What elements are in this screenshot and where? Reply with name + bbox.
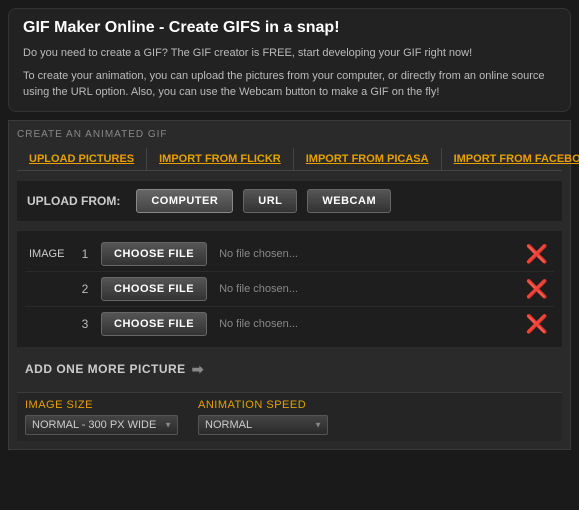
image-number-1: 1 <box>77 247 93 261</box>
webcam-button[interactable]: WEBCAM <box>307 189 391 213</box>
main-panel: CREATE AN ANIMATED GIF UPLOAD PICTURES I… <box>8 120 571 450</box>
choose-file-button-1[interactable]: CHOOSE FILE <box>101 242 207 266</box>
tab-import-facebook[interactable]: IMPORT FROM FACEBOOK <box>442 148 579 170</box>
file-name-1: No file chosen... <box>215 248 516 260</box>
section-label: CREATE AN ANIMATED GIF <box>17 129 562 140</box>
image-number-2: 2 <box>77 282 93 296</box>
add-more-row: ADD ONE MORE PICTURE ➡ <box>17 355 562 384</box>
file-name-3: No file chosen... <box>215 318 516 330</box>
animation-speed-accent: SPEED <box>266 399 306 411</box>
animation-speed-title: ANIMATION SPEED <box>198 399 328 411</box>
animation-speed-title-text: ANIMATION <box>198 399 263 411</box>
image-number-3: 3 <box>77 317 93 331</box>
arrow-icon: ➡ <box>192 361 204 378</box>
header-panel: GIF Maker Online - Create GIFS in a snap… <box>8 8 571 112</box>
upload-from-row: UPLOAD FROM: COMPUTER URL WEBCAM <box>17 181 562 221</box>
tab-import-picasa[interactable]: IMPORT FROM PICASA <box>294 148 442 170</box>
remove-image-3[interactable]: ❌ <box>524 315 550 333</box>
images-section: IMAGE 1 CHOOSE FILE No file chosen... ❌ … <box>17 231 562 347</box>
remove-image-2[interactable]: ❌ <box>524 280 550 298</box>
animation-speed-group: ANIMATION SPEED NORMAL FAST SLOW <box>198 399 328 435</box>
upload-from-label: UPLOAD FROM: <box>27 194 120 208</box>
animation-speed-select-wrapper: NORMAL FAST SLOW <box>198 415 328 435</box>
image-size-accent: SIZE <box>67 399 93 411</box>
image-size-group: IMAGE SIZE NORMAL - 300 PX WIDE SMALL - … <box>25 399 178 435</box>
image-row-2: 2 CHOOSE FILE No file chosen... ❌ <box>25 272 554 307</box>
computer-button[interactable]: COMPUTER <box>136 189 233 213</box>
tabs-row: UPLOAD PICTURES IMPORT FROM FLICKR IMPOR… <box>17 148 562 171</box>
tab-import-flickr[interactable]: IMPORT FROM FLICKR <box>147 148 294 170</box>
remove-image-1[interactable]: ❌ <box>524 245 550 263</box>
bottom-options: IMAGE SIZE NORMAL - 300 PX WIDE SMALL - … <box>17 392 562 441</box>
header-desc2: To create your animation, you can upload… <box>23 68 556 101</box>
file-name-2: No file chosen... <box>215 283 516 295</box>
page-title: GIF Maker Online - Create GIFS in a snap… <box>23 19 556 37</box>
animation-speed-select[interactable]: NORMAL FAST SLOW <box>198 415 328 435</box>
image-size-title-text: IMAGE <box>25 399 63 411</box>
header-desc1: Do you need to create a GIF? The GIF cre… <box>23 45 556 62</box>
choose-file-button-2[interactable]: CHOOSE FILE <box>101 277 207 301</box>
image-label: IMAGE <box>29 248 69 260</box>
image-row-3: 3 CHOOSE FILE No file chosen... ❌ <box>25 307 554 341</box>
add-more-button[interactable]: ADD ONE MORE PICTURE ➡ <box>25 361 204 378</box>
image-size-title: IMAGE SIZE <box>25 399 178 411</box>
image-row-1: IMAGE 1 CHOOSE FILE No file chosen... ❌ <box>25 237 554 272</box>
image-size-select[interactable]: NORMAL - 300 PX WIDE SMALL - 200 PX WIDE… <box>25 415 178 435</box>
choose-file-button-3[interactable]: CHOOSE FILE <box>101 312 207 336</box>
add-more-label: ADD ONE MORE PICTURE <box>25 362 186 376</box>
image-size-select-wrapper: NORMAL - 300 PX WIDE SMALL - 200 PX WIDE… <box>25 415 178 435</box>
tab-upload-pictures[interactable]: UPLOAD PICTURES <box>17 148 147 170</box>
url-button[interactable]: URL <box>243 189 297 213</box>
